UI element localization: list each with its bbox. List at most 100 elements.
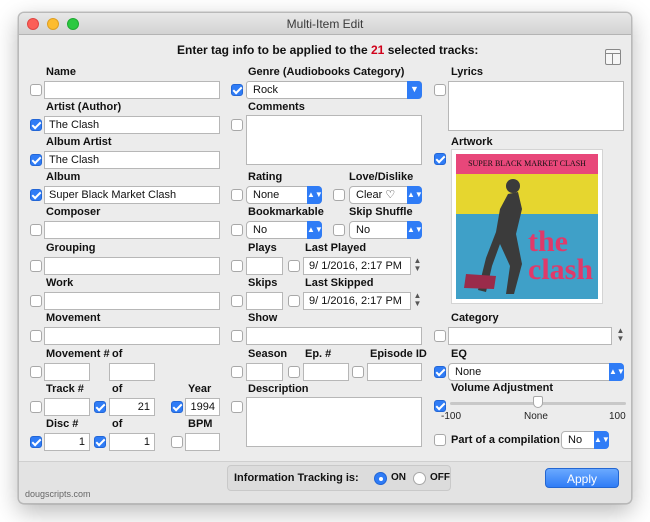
disc-of-field[interactable]: 1 (109, 433, 155, 451)
eq-value: None (455, 366, 482, 378)
artwork-image[interactable]: SUPER BLACK MARKET CLASH the clash (451, 149, 603, 304)
bookmarkable-checkbox[interactable] (231, 224, 243, 236)
skip-shuffle-popup[interactable]: No ▲▼ (349, 221, 423, 239)
selected-count: 21 (371, 43, 385, 57)
album-artist-checkbox[interactable] (30, 154, 42, 166)
skip-shuffle-value: No (356, 224, 371, 236)
genre-value: Rock (253, 84, 279, 96)
last-played-stepper-icon[interactable]: ▲ ▼ (413, 257, 422, 275)
disc-of-checkbox[interactable] (94, 436, 106, 448)
last-played-date-field[interactable]: 9/ 1/2016, 2:17 PM (303, 257, 411, 275)
last-played-checkbox[interactable] (288, 260, 300, 272)
album-field[interactable]: Super Black Market Clash (44, 186, 220, 204)
work-field[interactable] (44, 292, 220, 310)
movement-of-field[interactable] (109, 363, 155, 381)
grouping-field[interactable] (44, 257, 220, 275)
composer-field[interactable] (44, 221, 220, 239)
window-toggle-icon[interactable] (605, 49, 621, 65)
category-updown-icon[interactable]: ▲ ▼ (616, 327, 625, 345)
lyrics-textarea[interactable] (448, 81, 624, 131)
movement-checkbox[interactable] (30, 330, 42, 342)
updown-arrows-icon: ▲▼ (594, 431, 610, 449)
comments-checkbox[interactable] (231, 119, 243, 131)
skips-checkbox[interactable] (231, 295, 243, 307)
footer-credit: dougscripts.com (25, 489, 91, 499)
year-field[interactable]: 1994 (185, 398, 220, 416)
year-label: Year (188, 383, 212, 395)
show-field[interactable] (246, 327, 422, 345)
category-checkbox[interactable] (434, 330, 446, 342)
volume-slider-knob[interactable] (533, 396, 543, 408)
track-of-checkbox[interactable] (94, 401, 106, 413)
name-field[interactable] (44, 81, 220, 99)
episode-number-checkbox[interactable] (288, 366, 300, 378)
skip-shuffle-checkbox[interactable] (333, 224, 345, 236)
track-of-field[interactable]: 21 (109, 398, 155, 416)
last-skipped-checkbox[interactable] (288, 295, 300, 307)
comments-textarea[interactable] (246, 115, 422, 165)
bpm-checkbox[interactable] (171, 436, 183, 448)
artist-checkbox[interactable] (30, 119, 42, 131)
tracking-off-label: OFF (430, 472, 450, 483)
apply-button[interactable]: Apply (545, 468, 619, 488)
plays-checkbox[interactable] (231, 260, 243, 272)
season-label: Season (248, 348, 288, 360)
track-number-checkbox[interactable] (30, 401, 42, 413)
last-skipped-stepper-icon[interactable]: ▲ ▼ (413, 292, 422, 310)
year-checkbox[interactable] (171, 401, 183, 413)
comments-label: Comments (248, 101, 305, 113)
episode-id-field[interactable] (367, 363, 422, 381)
skips-field[interactable] (246, 292, 283, 310)
love-dislike-popup[interactable]: Clear ♡ ▲▼ (349, 186, 423, 204)
work-checkbox[interactable] (30, 295, 42, 307)
last-skipped-date-field[interactable]: 9/ 1/2016, 2:17 PM (303, 292, 411, 310)
work-label: Work (46, 277, 74, 289)
movement-number-field[interactable] (44, 363, 90, 381)
album-checkbox[interactable] (30, 189, 42, 201)
movement-field[interactable] (44, 327, 220, 345)
lyrics-checkbox[interactable] (434, 84, 446, 96)
show-checkbox[interactable] (231, 330, 243, 342)
episode-id-label: Episode ID (370, 348, 427, 360)
episode-id-checkbox[interactable] (352, 366, 364, 378)
rating-checkbox[interactable] (231, 189, 243, 201)
description-textarea[interactable] (246, 397, 422, 447)
grouping-label: Grouping (46, 242, 96, 254)
rating-label: Rating (248, 171, 283, 183)
movement-number-checkbox[interactable] (30, 366, 42, 378)
episode-number-field[interactable] (303, 363, 349, 381)
name-label: Name (46, 66, 76, 78)
compilation-checkbox[interactable] (434, 434, 446, 446)
tracking-label: Information Tracking is: (234, 472, 359, 484)
chevron-down-icon[interactable]: ▼ (407, 81, 422, 99)
composer-checkbox[interactable] (30, 224, 42, 236)
bookmarkable-popup[interactable]: No ▲▼ (246, 221, 323, 239)
genre-checkbox[interactable] (231, 84, 243, 96)
disc-of-label: of (112, 418, 123, 430)
album-artist-field[interactable]: The Clash (44, 151, 220, 169)
genre-combo[interactable]: Rock ▼ (246, 81, 422, 99)
description-checkbox[interactable] (231, 401, 243, 413)
season-field[interactable] (246, 363, 283, 381)
bpm-field[interactable] (185, 433, 220, 451)
name-checkbox[interactable] (30, 84, 42, 96)
season-checkbox[interactable] (231, 366, 243, 378)
love-dislike-label: Love/Dislike (349, 171, 414, 183)
rating-popup[interactable]: None ▲▼ (246, 186, 323, 204)
category-field[interactable] (448, 327, 612, 345)
disc-number-field[interactable]: 1 (44, 433, 90, 451)
track-number-field[interactable] (44, 398, 90, 416)
love-dislike-checkbox[interactable] (333, 189, 345, 201)
compilation-popup[interactable]: No ▲▼ (561, 431, 610, 449)
updown-arrows-icon: ▲▼ (307, 186, 323, 204)
eq-checkbox[interactable] (434, 366, 446, 378)
plays-field[interactable] (246, 257, 283, 275)
artwork-checkbox[interactable] (434, 153, 446, 165)
tracking-on-radio[interactable] (374, 472, 387, 485)
disc-number-checkbox[interactable] (30, 436, 42, 448)
grouping-checkbox[interactable] (30, 260, 42, 272)
eq-popup[interactable]: None ▲▼ (448, 363, 625, 381)
artist-field[interactable]: The Clash (44, 116, 220, 134)
tracking-off-radio[interactable] (413, 472, 426, 485)
album-artist-label: Album Artist (46, 136, 112, 148)
